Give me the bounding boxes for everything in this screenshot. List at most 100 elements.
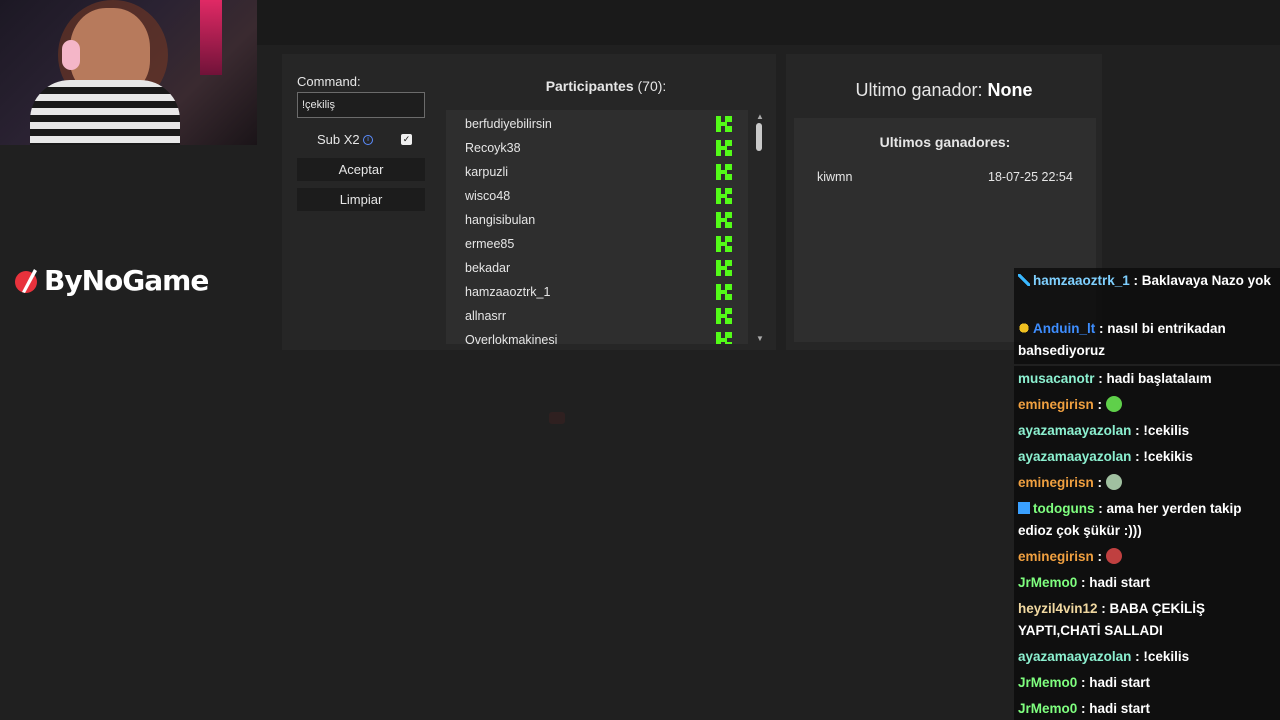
chat-separator: : — [1093, 549, 1106, 564]
chat-separator: : — [1131, 423, 1144, 438]
chat-username[interactable]: todoguns — [1033, 501, 1094, 516]
chat-username[interactable]: JrMemo0 — [1018, 575, 1077, 590]
chat-text: !cekikis — [1143, 449, 1193, 464]
chat-separator: : — [1094, 371, 1107, 386]
participants-list[interactable]: berfudiyebilirsin Recoyk38 karpuzli wisco48… — [446, 110, 748, 344]
chat-username[interactable]: eminegirisn — [1018, 397, 1094, 412]
last-winner-value: None — [987, 80, 1033, 100]
last-winner: Ultimo ganador: None — [786, 80, 1102, 101]
webcam-overlay — [0, 0, 257, 145]
chat-text: !cekilis — [1143, 423, 1190, 438]
streamer-shirt — [30, 80, 180, 145]
chat-username[interactable]: Anduin_lt — [1033, 321, 1095, 336]
chat-separator: : — [1129, 273, 1142, 288]
emote-icon — [1105, 396, 1122, 412]
kick-icon — [716, 308, 732, 324]
kick-icon — [716, 164, 732, 180]
participant-item: hangisibulan — [465, 213, 536, 227]
participant-item: wisco48 — [465, 189, 511, 203]
sword-badge-icon — [1018, 274, 1030, 286]
chat-message: eminegirisn : — [1014, 544, 1280, 570]
kick-icon — [716, 188, 732, 204]
participants-title: Participantes (70): — [446, 78, 766, 94]
participants-count: (70): — [637, 78, 667, 94]
chat-separator: : — [1093, 397, 1106, 412]
kick-icon — [716, 260, 732, 276]
chat-overlay: hamzaaoztrk_1 : Baklavaya Nazo yok Anduin… — [1014, 266, 1280, 720]
kick-icon — [716, 116, 732, 132]
chat-message: JrMemo0 : hadi start — [1014, 696, 1280, 720]
logo-text: ByNoGame — [44, 264, 209, 297]
participant-item: berfudiyebilirsin — [465, 117, 552, 131]
chat-message: todoguns : ama her yerden takip edioz ço… — [1014, 496, 1280, 544]
chat-text: hadi start — [1089, 701, 1151, 716]
chat-username[interactable]: JrMemo0 — [1018, 701, 1077, 716]
chat-separator: : — [1095, 321, 1108, 336]
last-winner-label: Ultimo ganador: — [855, 80, 983, 100]
chat-message: hamzaaoztrk_1 : Baklavaya Nazo yok — [1014, 268, 1280, 316]
chat-username[interactable]: eminegirisn — [1018, 475, 1094, 490]
headset-icon — [62, 40, 80, 70]
logo-icon — [15, 268, 37, 293]
chat-username[interactable]: ayazamaayazolan — [1018, 649, 1131, 664]
background-light — [200, 0, 222, 75]
winners-title: Ultimos ganadores: — [879, 134, 1011, 150]
chat-username[interactable]: musacanotr — [1018, 371, 1095, 386]
kick-icon — [716, 332, 732, 344]
gift-badge-icon — [1018, 322, 1030, 334]
emote-icon — [1105, 548, 1122, 564]
chat-separator: : — [1131, 449, 1144, 464]
chat-text: Baklavaya Nazo yok — [1141, 273, 1271, 288]
emote-icon — [1105, 474, 1122, 490]
chat-message: JrMemo0 : hadi start — [1014, 570, 1280, 596]
winner-date: 18-07-25 22:54 — [988, 170, 1073, 184]
chat-separator: : — [1093, 475, 1106, 490]
scroll-down-icon[interactable]: ▼ — [756, 334, 764, 343]
chat-username[interactable]: eminegirisn — [1018, 549, 1094, 564]
chat-username[interactable]: JrMemo0 — [1018, 675, 1077, 690]
chat-message: musacanotr : hadi başlatalaım — [1014, 366, 1280, 392]
chat-username[interactable]: heyzil4vin12 — [1018, 601, 1098, 616]
chat-text: !cekilis — [1143, 649, 1190, 664]
command-label: Command: — [297, 74, 361, 89]
participants-title-text: Participantes — [545, 78, 634, 94]
participant-item: bekadar — [465, 261, 511, 275]
participant-item: Overlokmakinesi — [465, 333, 558, 344]
chat-separator: : — [1094, 501, 1107, 516]
participant-item: ermee85 — [465, 237, 515, 251]
scroll-up-icon[interactable]: ▲ — [756, 112, 764, 121]
command-input[interactable] — [297, 92, 425, 118]
sub-x2-checkbox[interactable]: ✓ — [401, 134, 412, 145]
kick-icon — [716, 140, 732, 156]
kick-icon — [716, 236, 732, 252]
sub-x2-row: Sub X2 i ✓ — [297, 130, 425, 150]
chat-message: heyzil4vin12 : BABA ÇEKİLİŞ YAPTI,CHATİ … — [1014, 596, 1280, 644]
sub-x2-label: Sub X2 — [317, 132, 360, 147]
scroll-thumb[interactable] — [756, 123, 762, 151]
chat-message: eminegirisn : — [1014, 392, 1280, 418]
chat-separator: : — [1097, 601, 1110, 616]
cube-badge-icon — [1018, 502, 1030, 514]
participant-item: allnasrr — [465, 309, 506, 323]
chat-separator: : — [1131, 649, 1144, 664]
chat-text: hadi start — [1089, 675, 1151, 690]
chat-username[interactable]: ayazamaayazolan — [1018, 449, 1131, 464]
participant-item: hamzaaoztrk_1 — [465, 285, 551, 299]
chat-message: ayazamaayazolan : !cekikis — [1014, 444, 1280, 470]
chat-separator: : — [1077, 675, 1090, 690]
chat-text: hadi başlatalaım — [1106, 371, 1212, 386]
chat-separator: : — [1077, 575, 1090, 590]
info-icon[interactable]: i — [363, 135, 373, 145]
chat-username[interactable]: hamzaaoztrk_1 — [1033, 273, 1130, 288]
clear-button[interactable]: Limpiar — [297, 188, 425, 211]
chat-message: eminegirisn : — [1014, 470, 1280, 496]
winner-name: kiwmn — [817, 170, 853, 184]
kick-icon — [716, 284, 732, 300]
chat-username[interactable]: ayazamaayazolan — [1018, 423, 1131, 438]
chat-text: hadi start — [1089, 575, 1151, 590]
bynogame-logo: ByNoGame — [14, 264, 209, 297]
chat-separator: : — [1077, 701, 1090, 716]
participant-item: Recoyk38 — [465, 141, 521, 155]
accept-button[interactable]: Aceptar — [297, 158, 425, 181]
chat-message: JrMemo0 : hadi start — [1014, 670, 1280, 696]
